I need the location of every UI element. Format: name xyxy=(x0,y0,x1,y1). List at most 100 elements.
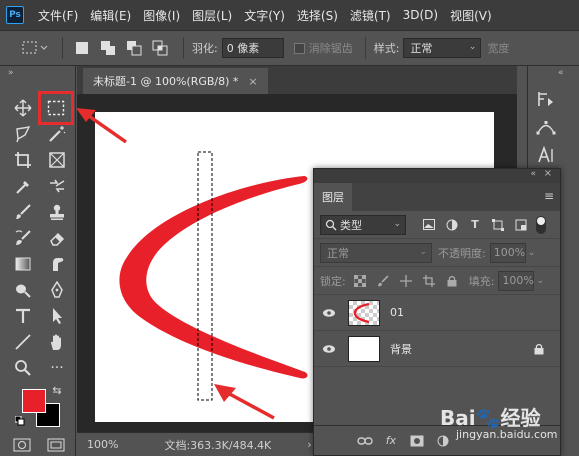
collapse-toolbar-icon[interactable]: » xyxy=(0,66,75,80)
menu-type[interactable]: 文字(Y) xyxy=(244,7,285,24)
marquee-selection[interactable] xyxy=(197,151,213,401)
mask-icon[interactable] xyxy=(406,432,428,450)
type-tool[interactable] xyxy=(10,304,36,328)
move-tool[interactable] xyxy=(10,96,36,120)
search-icon xyxy=(325,219,337,230)
collapse-dock-icon[interactable]: « xyxy=(558,68,564,78)
filter-shape-icon[interactable] xyxy=(489,216,507,234)
menu-file[interactable]: 文件(F) xyxy=(38,7,78,24)
smudge-tool[interactable] xyxy=(44,252,70,276)
magic-wand-tool[interactable] xyxy=(44,122,70,146)
menu-filter[interactable]: 滤镜(T) xyxy=(350,7,391,24)
line-tool[interactable] xyxy=(10,330,36,354)
status-expand-icon[interactable]: › xyxy=(307,438,311,451)
layers-tab[interactable]: 图层 xyxy=(314,183,352,211)
eraser-tool[interactable] xyxy=(44,226,70,250)
eye-glyph xyxy=(323,308,335,317)
more-tools[interactable]: ··· xyxy=(44,356,70,380)
menu-select[interactable]: 选择(S) xyxy=(297,7,338,24)
checker-glyph xyxy=(353,274,366,287)
collapse-panel-icon[interactable]: « xyxy=(530,169,536,179)
character-icon xyxy=(538,145,553,163)
lock-transparent-icon[interactable] xyxy=(351,272,369,290)
lock-all-icon[interactable] xyxy=(443,272,461,290)
panel-menu-icon[interactable]: ≡ xyxy=(544,189,554,203)
fx-icon[interactable]: fx xyxy=(380,432,402,450)
link-icon[interactable] xyxy=(354,432,376,450)
lock-artboard-icon[interactable] xyxy=(420,272,438,290)
layer-name[interactable]: 01 xyxy=(390,306,404,319)
pen-tool[interactable] xyxy=(44,278,70,302)
menu-layer[interactable]: 图层(L) xyxy=(192,7,232,24)
menu-view[interactable]: 视图(V) xyxy=(450,7,492,24)
subtract-selection-button[interactable] xyxy=(123,37,145,59)
layer-filter-value: 类型 xyxy=(340,218,362,232)
style-select[interactable]: 正常 ⌄ xyxy=(403,38,482,58)
dodge-tool[interactable] xyxy=(10,278,36,302)
default-colors-glyph xyxy=(15,416,25,426)
layer-row-01[interactable]: 01 xyxy=(314,295,560,331)
document-tab[interactable]: 未标题-1 @ 100%(RGB/8) * × xyxy=(83,68,268,94)
stamp-tool[interactable] xyxy=(44,200,70,224)
antialias-checkbox[interactable] xyxy=(293,42,305,54)
filter-adjustment-icon[interactable] xyxy=(443,216,461,234)
eyedropper-tool[interactable] xyxy=(10,174,36,198)
intersect-selection-button[interactable] xyxy=(149,37,171,59)
zoom-tool[interactable] xyxy=(10,356,36,380)
character-panel-button[interactable] xyxy=(536,145,556,167)
history-panel-button[interactable] xyxy=(536,90,556,111)
layer-name[interactable]: 背景 xyxy=(390,341,412,357)
add-selection-button[interactable] xyxy=(97,37,119,59)
visibility-eye-icon[interactable] xyxy=(314,344,344,354)
hand-tool[interactable] xyxy=(44,330,70,354)
menu-image[interactable]: 图像(I) xyxy=(143,7,180,24)
foreground-color-swatch[interactable] xyxy=(22,389,46,413)
gradient-tool[interactable] xyxy=(10,252,36,276)
menu-3d[interactable]: 3D(D) xyxy=(403,8,438,22)
image-glyph xyxy=(423,219,435,230)
zoom-level[interactable]: 100% xyxy=(87,438,118,451)
swap-colors-icon[interactable]: ⇆ xyxy=(48,383,66,397)
patch-tool[interactable] xyxy=(44,174,70,198)
hand-icon xyxy=(51,334,61,350)
new-selection-icon xyxy=(76,42,88,54)
document-tab-bar: 未标题-1 @ 100%(RGB/8) * × xyxy=(77,66,517,94)
line-icon xyxy=(15,334,31,350)
blend-mode-select[interactable]: 正常 ⌄ xyxy=(320,242,432,263)
tool-preset-picker[interactable] xyxy=(18,35,54,61)
close-icon[interactable]: × xyxy=(248,75,257,88)
opacity-input[interactable]: 100% xyxy=(489,242,526,263)
close-panel-icon[interactable]: × xyxy=(544,168,552,179)
new-selection-button[interactable] xyxy=(71,37,93,59)
screen-mode-icon[interactable] xyxy=(44,436,68,454)
document-info: 文档:363.3K/484.4K xyxy=(164,438,272,452)
fill-input[interactable]: 100% xyxy=(498,270,535,291)
chevron-down-icon[interactable]: ⌄ xyxy=(528,248,536,258)
brush-tool[interactable] xyxy=(10,200,36,224)
filter-toggle[interactable] xyxy=(536,215,546,234)
lock-pixels-icon[interactable] xyxy=(374,272,392,290)
feather-input[interactable]: 0 像素 xyxy=(221,38,284,58)
path-selection-tool[interactable] xyxy=(44,304,70,328)
gradient-icon xyxy=(15,257,31,271)
lock-position-icon[interactable] xyxy=(397,272,415,290)
layer-row-background[interactable]: 背景 xyxy=(314,331,560,367)
filter-pixel-icon[interactable] xyxy=(420,216,438,234)
history-brush-tool[interactable] xyxy=(10,226,36,250)
crop-tool[interactable] xyxy=(10,148,36,172)
filter-type-icon[interactable]: T xyxy=(466,216,484,234)
frame-tool[interactable] xyxy=(44,148,70,172)
menu-edit[interactable]: 编辑(E) xyxy=(90,7,131,24)
filter-smart-object-icon[interactable] xyxy=(512,216,530,234)
eyedropper-icon xyxy=(16,181,29,194)
quick-mask-icon[interactable] xyxy=(10,436,34,454)
chevron-down-icon[interactable]: ⌄ xyxy=(536,276,544,286)
visibility-eye-icon[interactable] xyxy=(314,308,344,318)
quick-mask-glyph xyxy=(13,438,31,452)
opacity-label: 不透明度: xyxy=(438,246,486,260)
layer-filter-select[interactable]: 类型 ⌄ xyxy=(320,214,406,235)
lasso-tool[interactable] xyxy=(10,122,36,146)
paths-panel-button[interactable] xyxy=(536,118,556,139)
default-colors-icon[interactable] xyxy=(14,415,26,427)
layers-panel-header: 图层 ≡ xyxy=(314,183,560,211)
